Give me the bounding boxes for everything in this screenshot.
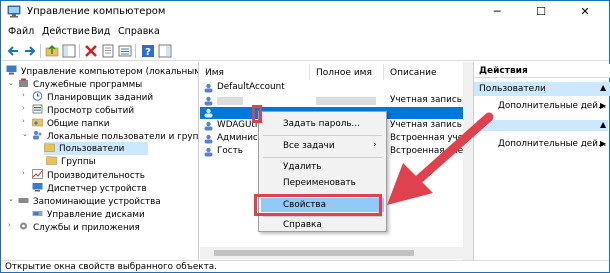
- collapse-caret-icon[interactable]: ⌄: [8, 195, 14, 203]
- collapse-caret-icon[interactable]: ⌄: [8, 79, 14, 87]
- tree-item-system-tools[interactable]: Служебные программы: [18, 78, 142, 91]
- services-icon: [20, 222, 27, 230]
- submenu-arrow-icon: ▶: [600, 101, 607, 110]
- menu-rename[interactable]: Переименовать: [283, 178, 356, 188]
- forward-arrow-icon[interactable]: [23, 44, 37, 58]
- redacted-name: [217, 97, 243, 105]
- maximize-button[interactable]: ☐: [519, 1, 563, 23]
- column-header-full-name[interactable]: Полное имя: [316, 68, 372, 78]
- collapse-arrow-icon[interactable]: ▲: [600, 120, 606, 129]
- menu-set-password[interactable]: Задать пароль...: [283, 119, 360, 129]
- toolbar: ?: [1, 41, 609, 61]
- submenu-arrow-icon: ▶: [600, 139, 607, 148]
- minimize-button[interactable]: ─: [475, 1, 519, 23]
- tools-icon: [19, 78, 28, 87]
- column-header-name[interactable]: Имя: [205, 68, 224, 78]
- menu-file[interactable]: Файл: [8, 26, 34, 37]
- menu-help-item[interactable]: Справка: [283, 220, 322, 230]
- tree-item-groups[interactable]: Группы: [46, 155, 96, 168]
- collapse-arrow-icon[interactable]: ▲: [600, 83, 606, 92]
- delete-icon[interactable]: [84, 44, 98, 58]
- computer-management-window: Управление компьютером ─ ☐ ✕ Файл Действ…: [0, 0, 610, 273]
- shared-folder-icon: [32, 118, 43, 127]
- tree-item-services-apps[interactable]: Службы и приложения: [18, 221, 140, 234]
- redacted-full-name: [316, 97, 376, 105]
- tree-item-task-scheduler[interactable]: Планировщик заданий: [32, 91, 153, 104]
- expand-caret-icon[interactable]: ›: [22, 169, 25, 177]
- title-bar[interactable]: Управление компьютером ─ ☐ ✕: [1, 1, 609, 23]
- expand-caret-icon[interactable]: ›: [22, 91, 25, 99]
- performance-icon: [32, 169, 43, 179]
- navigation-tree: Управление компьютером (локальным) ⌄ Слу…: [2, 62, 199, 260]
- tree-root[interactable]: Управление компьютером (локальным): [6, 65, 198, 78]
- annotation-box-properties: [254, 194, 382, 216]
- action-pane-icon[interactable]: [158, 44, 172, 58]
- help-icon[interactable]: ?: [141, 44, 155, 58]
- submenu-chevron-icon: ›: [373, 140, 377, 150]
- users-icon: [33, 131, 42, 140]
- menu-delete[interactable]: Удалить: [283, 162, 321, 172]
- menu-view[interactable]: Вид: [91, 26, 110, 37]
- computer-icon: [6, 65, 17, 75]
- export-list-icon[interactable]: [118, 44, 132, 58]
- svg-text:?: ?: [145, 47, 151, 58]
- tree-item-device-manager[interactable]: Диспетчер устройств: [32, 182, 147, 195]
- tree-item-storage[interactable]: Запоминающие устройства: [18, 195, 161, 208]
- status-bar: Открытие окна свойств выбранного объекта…: [1, 260, 609, 273]
- user-description: Учетная запись по: [390, 95, 472, 105]
- user-name: Админист: [217, 133, 263, 143]
- user-name: DefaultAccount: [217, 82, 285, 92]
- event-viewer-icon: [32, 104, 43, 114]
- menu-all-tasks[interactable]: Все задачи: [283, 141, 335, 151]
- column-header-description[interactable]: Описание: [390, 68, 437, 78]
- menu-action[interactable]: Действие: [42, 26, 90, 37]
- device-manager-icon: [32, 183, 43, 192]
- window-title: Управление компьютером: [27, 6, 166, 17]
- clock-icon: [32, 91, 43, 101]
- user-name: Гость: [217, 146, 243, 156]
- scrollbar-thumb[interactable]: [214, 250, 414, 256]
- up-folder-icon[interactable]: [45, 44, 59, 58]
- user-icon: [204, 147, 213, 157]
- annotation-arrow-icon: [387, 112, 494, 205]
- properties-icon[interactable]: [101, 44, 115, 58]
- actions-header: Действия: [474, 64, 610, 78]
- actions-more-2[interactable]: Дополнительные дей...: [498, 139, 606, 149]
- actions-section-users[interactable]: Пользователи: [474, 82, 610, 96]
- list-row[interactable]: Учетная запись по: [200, 95, 472, 107]
- tree-item-shared-folders[interactable]: Общие папки: [32, 117, 110, 130]
- back-arrow-icon[interactable]: [6, 44, 20, 58]
- horizontal-scrollbar[interactable]: [200, 247, 463, 259]
- close-button[interactable]: ✕: [563, 1, 607, 23]
- annotation-box-user: [252, 105, 262, 123]
- tree-item-users[interactable]: Пользователи: [44, 142, 148, 155]
- menu-bar: Файл Действие Вид Справка: [1, 23, 609, 41]
- tree-item-disk-management[interactable]: Управление дисками: [32, 208, 145, 221]
- user-icon: [204, 96, 213, 106]
- disk-icon: [32, 211, 43, 216]
- actions-more-1[interactable]: Дополнительные дей...: [498, 101, 606, 111]
- list-row[interactable]: DefaultAccount: [200, 82, 472, 94]
- user-icon: [204, 108, 213, 118]
- expand-caret-icon[interactable]: ›: [22, 104, 25, 112]
- user-icon: [204, 121, 213, 131]
- collapse-caret-icon[interactable]: ⌄: [22, 130, 28, 138]
- tree-item-performance[interactable]: Производительность: [32, 169, 145, 182]
- expand-caret-icon[interactable]: ›: [22, 117, 25, 125]
- folder-icon: [44, 143, 55, 152]
- computer-management-icon: [7, 5, 21, 18]
- folder-icon: [46, 156, 57, 165]
- show-hide-tree-icon[interactable]: [62, 44, 76, 58]
- tree-item-event-viewer[interactable]: Просмотр событий: [32, 104, 134, 117]
- user-icon: [204, 83, 213, 93]
- expand-caret-icon[interactable]: ›: [8, 221, 11, 229]
- menu-help[interactable]: Справка: [118, 26, 160, 37]
- storage-icon: [18, 198, 29, 203]
- user-icon: [204, 134, 213, 144]
